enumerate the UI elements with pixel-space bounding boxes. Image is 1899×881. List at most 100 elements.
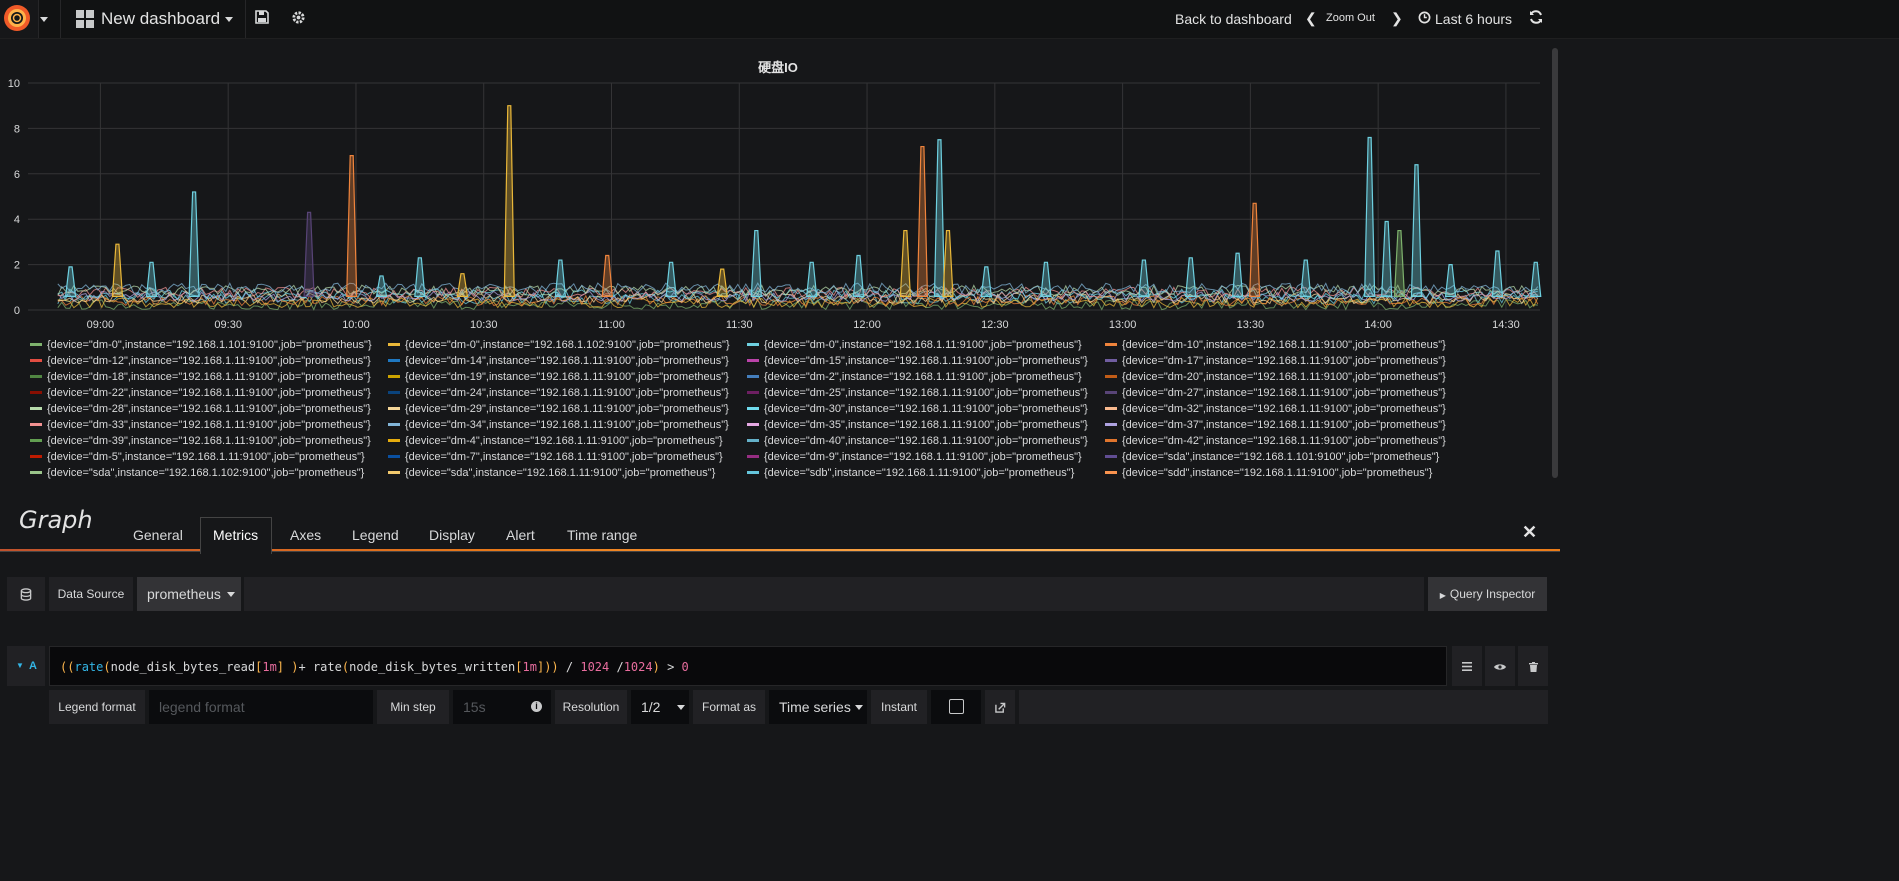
legend-item[interactable]: {device="sda",instance="192.168.1.102:91… xyxy=(30,465,364,481)
legend-item[interactable]: {device="dm-27",instance="192.168.1.11:9… xyxy=(1105,385,1446,401)
legend-item[interactable]: {device="dm-10",instance="192.168.1.11:9… xyxy=(1105,337,1446,353)
save-icon[interactable] xyxy=(255,10,269,28)
legend-swatch xyxy=(30,358,42,362)
legend-swatch xyxy=(1105,342,1117,346)
logo-caret-icon[interactable] xyxy=(40,17,48,22)
legend-swatch xyxy=(388,422,400,426)
legend-item[interactable]: {device="dm-4",instance="192.168.1.11:91… xyxy=(388,433,723,449)
legend-swatch xyxy=(388,438,400,442)
legend-item[interactable]: {device="dm-34",instance="192.168.1.11:9… xyxy=(388,417,729,433)
legend-swatch xyxy=(30,342,42,346)
info-icon[interactable]: i xyxy=(531,701,542,712)
tab-axes[interactable]: Axes xyxy=(290,527,321,543)
series-peak xyxy=(503,105,515,297)
legend-item[interactable]: {device="dm-0",instance="192.168.1.101:9… xyxy=(30,337,372,353)
x-tick-label: 09:30 xyxy=(214,319,242,331)
grafana-logo[interactable] xyxy=(0,0,39,38)
legend-item[interactable]: {device="sdb",instance="192.168.1.11:910… xyxy=(747,465,1074,481)
legend-item[interactable]: {device="sda",instance="192.168.1.11:910… xyxy=(388,465,715,481)
legend-item[interactable]: {device="dm-5",instance="192.168.1.11:91… xyxy=(30,449,365,465)
legend-item[interactable]: {device="dm-20",instance="192.168.1.11:9… xyxy=(1105,369,1446,385)
legend-item[interactable]: {device="sda",instance="192.168.1.101:91… xyxy=(1105,449,1439,465)
legend-item[interactable]: {device="dm-25",instance="192.168.1.11:9… xyxy=(747,385,1088,401)
tab-time-range[interactable]: Time range xyxy=(567,527,637,543)
legend-label: {device="dm-12",instance="192.168.1.11:9… xyxy=(47,355,371,367)
legend-item[interactable]: {device="sdd",instance="192.168.1.11:910… xyxy=(1105,465,1432,481)
legend-item[interactable]: {device="dm-22",instance="192.168.1.11:9… xyxy=(30,385,371,401)
instant-checkbox[interactable] xyxy=(931,690,981,724)
legend-swatch xyxy=(388,406,400,410)
legend-item[interactable]: {device="dm-9",instance="192.168.1.11:91… xyxy=(747,449,1082,465)
tab-alert[interactable]: Alert xyxy=(506,527,535,543)
chevron-right-icon[interactable]: ❯ xyxy=(1391,10,1403,27)
legend-item[interactable]: {device="dm-0",instance="192.168.1.102:9… xyxy=(388,337,730,353)
legend-item[interactable]: {device="dm-29",instance="192.168.1.11:9… xyxy=(388,401,729,417)
legend-item[interactable]: {device="dm-39",instance="192.168.1.11:9… xyxy=(30,433,371,449)
legend-item[interactable]: {device="dm-42",instance="192.168.1.11:9… xyxy=(1105,433,1446,449)
close-icon[interactable]: ✕ xyxy=(1522,522,1537,543)
legend-item[interactable]: {device="dm-28",instance="192.168.1.11:9… xyxy=(30,401,371,417)
legend-item[interactable]: {device="dm-18",instance="192.168.1.11:9… xyxy=(30,369,371,385)
series-peak xyxy=(665,261,677,297)
chevron-down-icon xyxy=(227,592,235,597)
min-step-input[interactable]: 15s i xyxy=(453,690,551,724)
min-step-label: Min step xyxy=(377,690,449,724)
zoom-out-button[interactable]: Zoom Out xyxy=(1326,12,1375,24)
legend-item[interactable]: {device="dm-33",instance="192.168.1.11:9… xyxy=(30,417,371,433)
eye-icon[interactable] xyxy=(1485,646,1515,686)
time-range-picker[interactable]: Last 6 hours xyxy=(1418,0,1512,38)
query-ref-letter: A xyxy=(29,660,37,672)
clock-icon xyxy=(1418,11,1431,27)
chart-plot-area[interactable]: 0 2 4 6 8 10 09:00 09:30 10:00 10:30 11:00 11:30 12:… xyxy=(0,40,1560,340)
legend-item[interactable]: {device="dm-12",instance="192.168.1.11:9… xyxy=(30,353,371,369)
series-peak xyxy=(1040,261,1052,297)
legend-item[interactable]: {device="dm-40",instance="192.168.1.11:9… xyxy=(747,433,1088,449)
legend-item[interactable]: {device="dm-37",instance="192.168.1.11:9… xyxy=(1105,417,1446,433)
series-peak xyxy=(1300,259,1312,297)
resolution-select[interactable]: 1/2 xyxy=(631,690,689,724)
chevron-left-icon[interactable]: ❮ xyxy=(1305,10,1317,27)
legend-item[interactable]: {device="dm-17",instance="192.168.1.11:9… xyxy=(1105,353,1446,369)
legend-item[interactable]: {device="dm-14",instance="192.168.1.11:9… xyxy=(388,353,729,369)
tab-general[interactable]: General xyxy=(133,527,183,543)
legend-item[interactable]: {device="dm-30",instance="192.168.1.11:9… xyxy=(747,401,1088,417)
legend-swatch xyxy=(747,342,759,346)
legend-swatch xyxy=(747,470,759,474)
tab-display[interactable]: Display xyxy=(429,527,475,543)
series-peak xyxy=(188,191,200,297)
refresh-icon[interactable] xyxy=(1528,9,1544,28)
query-inspector-button[interactable]: ▶ Query Inspector xyxy=(1428,577,1547,611)
legend-item[interactable]: {device="dm-7",instance="192.168.1.11:91… xyxy=(388,449,723,465)
legend-label: {device="sda",instance="192.168.1.11:910… xyxy=(405,467,716,479)
trash-icon[interactable] xyxy=(1518,646,1548,686)
legend-item[interactable]: {device="dm-19",instance="192.168.1.11:9… xyxy=(388,369,729,385)
dashboard-title-button[interactable]: New dashboard xyxy=(60,0,246,38)
x-tick-label: 13:00 xyxy=(1109,319,1137,331)
legend-item[interactable]: {device="dm-0",instance="192.168.1.11:91… xyxy=(747,337,1082,353)
legend-format-input[interactable]: legend format xyxy=(149,690,373,724)
legend-item[interactable]: {device="dm-2",instance="192.168.1.11:91… xyxy=(747,369,1082,385)
format-as-select[interactable]: Time series xyxy=(769,690,867,724)
legend-swatch xyxy=(1105,390,1117,394)
query-ref-toggle[interactable]: ▼ A xyxy=(7,646,45,686)
datasource-select[interactable]: prometheus xyxy=(137,577,241,611)
gear-icon[interactable] xyxy=(291,10,306,29)
chevron-down-icon xyxy=(225,17,233,22)
legend-label: {device="dm-33",instance="192.168.1.11:9… xyxy=(47,419,371,431)
format-as-value: Time series xyxy=(779,699,851,715)
tab-legend[interactable]: Legend xyxy=(352,527,399,543)
back-to-dashboard-link[interactable]: Back to dashboard xyxy=(1175,0,1292,38)
legend-item[interactable]: {device="dm-24",instance="192.168.1.11:9… xyxy=(388,385,729,401)
series-peak xyxy=(601,254,613,297)
tab-metrics[interactable]: Metrics xyxy=(213,527,258,543)
panel-scrollbar[interactable] xyxy=(1552,48,1558,478)
query-expression-input[interactable]: ((rate(node_disk_bytes_read[1m] )+ rate(… xyxy=(49,646,1447,686)
legend-label: {device="dm-24",instance="192.168.1.11:9… xyxy=(405,387,729,399)
legend-item[interactable]: {device="dm-35",instance="192.168.1.11:9… xyxy=(747,417,1088,433)
legend-label: {device="dm-5",instance="192.168.1.11:91… xyxy=(47,451,365,463)
legend-item[interactable]: {device="dm-15",instance="192.168.1.11:9… xyxy=(747,353,1088,369)
hamburger-menu-icon[interactable] xyxy=(1452,646,1482,686)
external-link-icon[interactable] xyxy=(985,690,1015,724)
legend-item[interactable]: {device="dm-32",instance="192.168.1.11:9… xyxy=(1105,401,1446,417)
legend-swatch xyxy=(747,438,759,442)
